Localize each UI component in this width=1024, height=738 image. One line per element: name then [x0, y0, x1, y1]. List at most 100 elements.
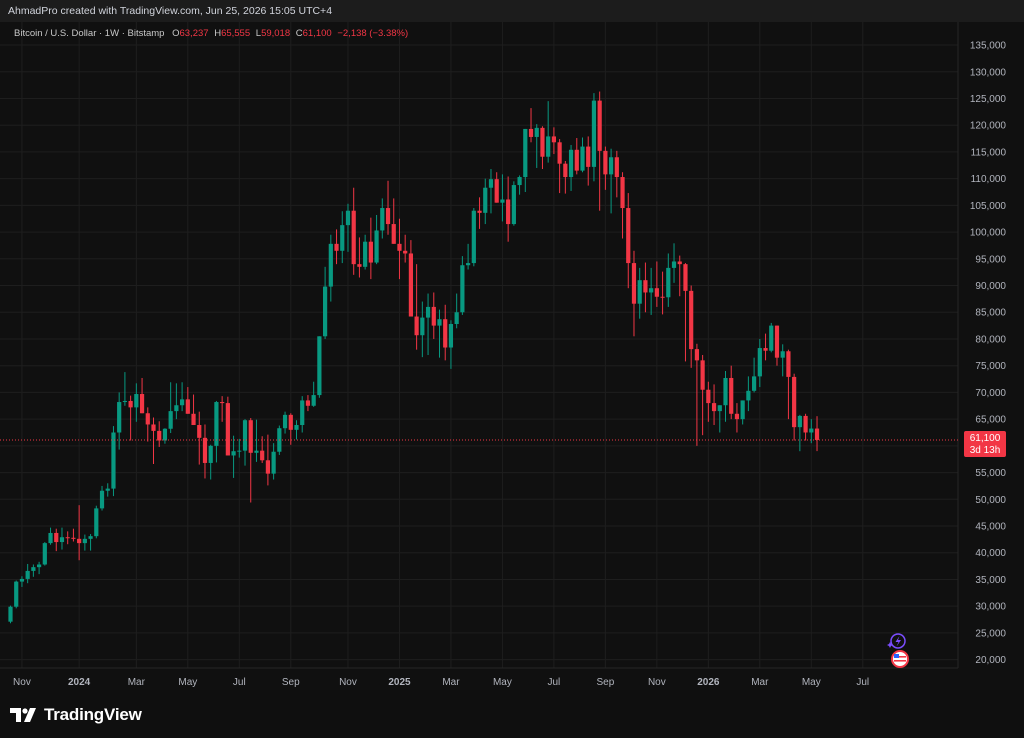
candle-body	[288, 414, 293, 430]
candle-body	[185, 399, 190, 414]
candle-body	[265, 460, 270, 474]
candle	[660, 271, 665, 315]
candle-body	[225, 403, 230, 456]
y-tick-label: 80,000	[975, 334, 1006, 345]
candle-body	[8, 606, 13, 622]
candle-body	[580, 146, 585, 171]
candle-layer	[8, 91, 820, 624]
candle-body	[391, 224, 396, 244]
candle	[677, 255, 682, 297]
candle-body	[546, 136, 551, 157]
candle	[483, 178, 488, 225]
candle-body	[374, 230, 379, 263]
tradingview-logo-icon	[10, 708, 36, 722]
close-value: 61,100	[302, 28, 332, 39]
candle-body	[88, 536, 93, 539]
candle-body	[197, 425, 202, 438]
candle	[494, 172, 499, 203]
tradingview-logo[interactable]: TradingView	[10, 705, 142, 725]
candle	[260, 436, 265, 463]
time-axis: Nov 2024 Mar May Jul Sep Nov 2025 Mar May Jul Sep No…	[13, 677, 869, 688]
candle	[271, 443, 276, 480]
candle-body	[431, 306, 436, 326]
candle	[54, 528, 59, 552]
candle-body	[162, 428, 168, 441]
y-tick-label: 115,000	[971, 147, 1007, 158]
candle-body	[37, 564, 42, 568]
candle-body	[717, 405, 722, 412]
bar-countdown: 3d 13h	[970, 445, 1001, 456]
candle	[568, 144, 574, 191]
candle-body	[254, 450, 259, 453]
candle-body	[42, 543, 47, 565]
candle-body	[363, 241, 368, 267]
candle-body	[328, 243, 333, 287]
candle-body	[214, 402, 219, 446]
candle-body	[345, 210, 351, 226]
candle	[769, 322, 774, 353]
candle	[431, 292, 436, 339]
candle	[523, 128, 528, 192]
candle-body	[128, 400, 133, 408]
candle	[757, 338, 762, 388]
candle	[111, 426, 116, 497]
y-tick-label: 120,000	[970, 121, 1007, 132]
y-tick-label: 75,000	[975, 361, 1006, 372]
candle-body	[797, 415, 802, 428]
candle-body	[683, 264, 688, 291]
candle-body	[483, 187, 488, 213]
candle-body	[151, 424, 156, 431]
candle-body	[99, 490, 105, 509]
candle-body	[488, 179, 494, 188]
candle-body	[534, 127, 539, 137]
candlestick-chart[interactable]: 20,000 25,000 30,000 35,000 40,000 45,000 50,0…	[0, 0, 1024, 692]
candle-body	[385, 208, 391, 225]
candle-body	[506, 199, 511, 225]
candle	[631, 250, 637, 337]
candle-body	[551, 136, 556, 143]
candle	[654, 261, 659, 307]
event-icons[interactable]	[887, 633, 909, 668]
x-tick-label: May	[493, 677, 512, 688]
candle-body	[77, 538, 82, 544]
candle-body	[31, 567, 36, 571]
candle-body	[723, 377, 728, 406]
candle	[620, 172, 625, 239]
candle	[117, 392, 122, 450]
candle	[425, 293, 431, 355]
close-label: C	[295, 28, 303, 39]
candle	[752, 357, 757, 393]
candle-body	[437, 319, 442, 326]
candle	[345, 203, 351, 252]
candle-body	[425, 306, 431, 318]
candle	[774, 325, 780, 366]
candle-body	[614, 157, 619, 178]
candle	[317, 336, 322, 398]
candle	[220, 396, 225, 422]
candle-body	[408, 253, 413, 317]
candle	[237, 438, 242, 458]
candle	[729, 365, 734, 420]
candle-body	[528, 128, 534, 137]
candle	[99, 485, 105, 511]
candle-body	[122, 400, 127, 403]
candle	[689, 285, 694, 368]
candle	[231, 435, 236, 478]
candle	[328, 234, 333, 302]
candle	[374, 214, 379, 265]
candle-body	[677, 261, 682, 265]
x-tick-label: May	[178, 677, 197, 688]
candle	[740, 400, 745, 425]
candle-body	[414, 316, 419, 336]
candle-body	[420, 317, 425, 336]
candle	[254, 419, 259, 462]
candle	[786, 349, 791, 420]
candle-body	[643, 280, 648, 293]
candle	[168, 382, 173, 434]
symbol-label: Bitcoin / U.S. Dollar · 1W · Bitstamp	[14, 28, 165, 39]
candle	[340, 211, 345, 264]
candle	[557, 139, 562, 194]
candle	[185, 387, 190, 414]
candle	[122, 372, 127, 406]
change-value: −2,138 (−3.38%)	[337, 28, 409, 39]
